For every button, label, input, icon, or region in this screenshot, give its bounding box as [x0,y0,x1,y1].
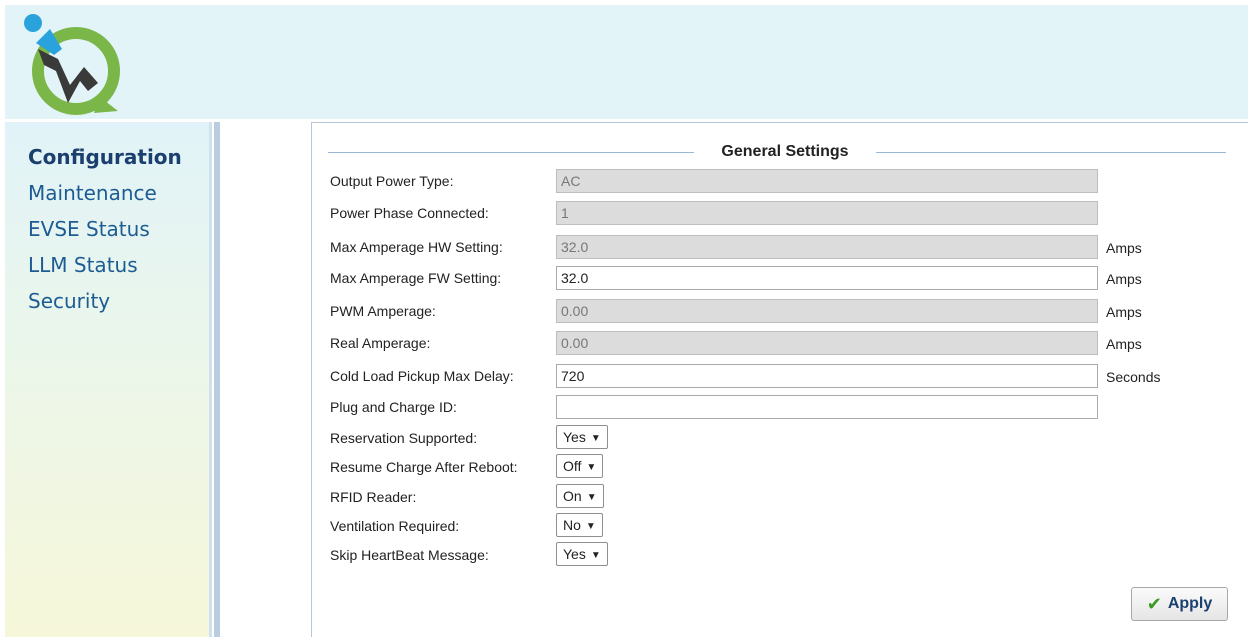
dropdown-arrow-icon: ▼ [590,550,601,561]
power-phase-field [556,201,1098,225]
max-amperage-hw-unit: Amps [1106,240,1142,256]
max-amperage-fw-unit: Amps [1106,271,1142,287]
sidebar-nav: Configuration Maintenance EVSE Status LL… [5,139,209,319]
dropdown-arrow-icon: ▼ [586,492,597,503]
sidebar-item-configuration[interactable]: Configuration [5,139,209,175]
real-amperage-field [556,331,1098,355]
apply-button-label: Apply [1167,595,1213,612]
max-amperage-hw-label: Max Amperage HW Setting: [330,239,503,255]
ventilation-required-select[interactable]: No ▼ [556,513,603,537]
legend-rule-left [328,152,694,153]
rfid-reader-label: RFID Reader: [330,489,417,505]
sidebar-splitter[interactable] [214,122,220,637]
real-amperage-label: Real Amperage: [330,335,431,351]
row-max-amperage-fw: Max Amperage FW Setting: Amps [330,265,1230,291]
row-plug-and-charge-id: Plug and Charge ID: [330,394,1230,420]
row-max-amperage-hw: Max Amperage HW Setting: Amps [330,234,1230,260]
row-power-phase: Power Phase Connected: [330,200,1230,226]
header-banner [5,5,1248,119]
sidebar-item-maintenance[interactable]: Maintenance [5,175,209,211]
cold-load-pickup-label: Cold Load Pickup Max Delay: [330,368,514,384]
section-title: General Settings [721,143,849,160]
row-output-power-type: Output Power Type: [330,168,1230,194]
rfid-reader-select[interactable]: On ▼ [556,484,604,508]
output-power-type-label: Output Power Type: [330,173,454,189]
sidebar-item-evse-status[interactable]: EVSE Status [5,211,209,247]
pwm-amperage-label: PWM Amperage: [330,303,436,319]
sidebar-item-security[interactable]: Security [5,283,209,319]
row-ventilation-required: Ventilation Required: No ▼ [330,513,1230,539]
legend-rule-right [876,152,1226,153]
skip-heartbeat-select[interactable]: Yes ▼ [556,542,608,566]
row-reservation-supported: Reservation Supported: Yes ▼ [330,425,1230,451]
plug-and-charge-id-label: Plug and Charge ID: [330,399,457,415]
plug-and-charge-id-field[interactable] [556,395,1098,419]
row-real-amperage: Real Amperage: Amps [330,330,1230,356]
max-amperage-fw-field[interactable] [556,266,1098,290]
checkmark-icon: ✔ [1146,593,1162,614]
sidebar-item-llm-status[interactable]: LLM Status [5,247,209,283]
reservation-supported-label: Reservation Supported: [330,430,478,446]
max-amperage-fw-label: Max Amperage FW Setting: [330,270,502,286]
skip-heartbeat-label: Skip HeartBeat Message: [330,547,489,563]
output-power-type-field [556,169,1098,193]
sidebar-divider [209,122,212,637]
sidebar: Configuration Maintenance EVSE Status LL… [5,122,209,637]
row-resume-charge: Resume Charge After Reboot: Off ▼ [330,454,1230,480]
cold-load-pickup-unit: Seconds [1106,369,1161,385]
rfid-reader-value: On [563,488,582,504]
max-amperage-hw-field [556,235,1098,259]
reservation-supported-select[interactable]: Yes ▼ [556,425,608,449]
power-phase-label: Power Phase Connected: [330,205,489,221]
cold-load-pickup-field[interactable] [556,364,1098,388]
pwm-amperage-unit: Amps [1106,304,1142,320]
real-amperage-unit: Amps [1106,336,1142,352]
row-rfid-reader: RFID Reader: On ▼ [330,484,1230,510]
row-cold-load-pickup: Cold Load Pickup Max Delay: Seconds [330,363,1230,389]
skip-heartbeat-value: Yes [563,546,586,562]
pwm-amperage-field [556,299,1098,323]
ventilation-required-label: Ventilation Required: [330,518,460,534]
dropdown-arrow-icon: ▼ [585,521,596,532]
apply-button[interactable]: ✔ Apply [1131,587,1228,621]
resume-charge-label: Resume Charge After Reboot: [330,459,518,475]
general-settings-panel: General Settings Output Power Type: Powe… [311,122,1248,637]
resume-charge-select[interactable]: Off ▼ [556,454,604,478]
row-skip-heartbeat: Skip HeartBeat Message: Yes ▼ [330,542,1230,568]
dropdown-arrow-icon: ▼ [590,433,601,444]
app-logo [24,14,120,115]
resume-charge-value: Off [563,458,582,474]
row-pwm-amperage: PWM Amperage: Amps [330,298,1230,324]
reservation-supported-value: Yes [563,429,586,445]
dropdown-arrow-icon: ▼ [586,462,597,473]
section-legend: General Settings [328,143,1226,161]
ventilation-required-value: No [563,517,581,533]
